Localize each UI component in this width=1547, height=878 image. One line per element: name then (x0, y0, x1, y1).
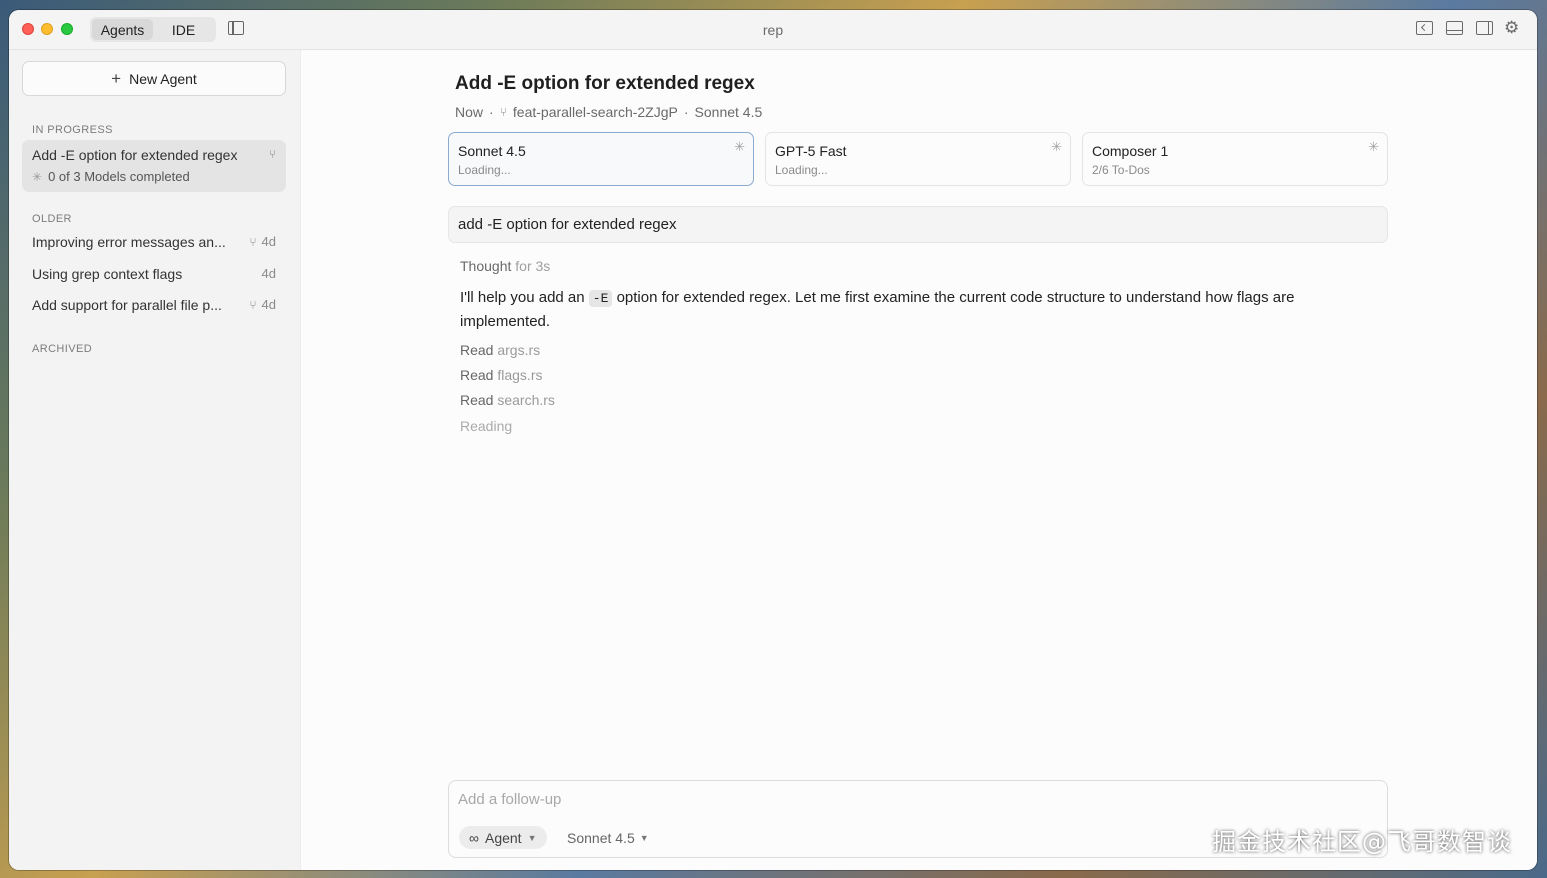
agent-item-older[interactable]: Improving error messages an... ⑂ 4d (22, 227, 286, 257)
branch-icon: ⑂ (249, 234, 257, 249)
infinity-icon: ∞ (469, 829, 479, 846)
watermark: 掘金技术社区@飞哥数智谈 (1212, 828, 1512, 856)
assistant-message: I'll help you add an -E option for exten… (460, 286, 1360, 333)
inline-code: -E (588, 290, 613, 307)
meta-separator: · (683, 104, 689, 120)
agent-item-title: Improving error messages an... (32, 234, 226, 250)
agent-item-title: Add -E option for extended regex (32, 147, 238, 163)
agent-item-age: 4d (261, 266, 276, 281)
meta-branch[interactable]: feat-parallel-search-2ZJgP (513, 104, 678, 120)
agent-mode-label: Agent (484, 829, 522, 846)
model-card-name: Sonnet 4.5 (458, 143, 526, 159)
model-dropdown[interactable]: Sonnet 4.5 ▼ (567, 830, 649, 846)
loading-spinner-icon: ✳ (32, 169, 43, 184)
section-older: OLDER (32, 213, 72, 225)
sidebar: + New Agent IN PROGRESS Add -E option fo… (9, 50, 301, 870)
agent-item-meta: ⑂ 4d (249, 297, 276, 312)
title-bar: Agents IDE rep ⚙ (9, 10, 1537, 50)
settings-gear-icon[interactable]: ⚙ (1504, 19, 1519, 36)
message-text-before: I'll help you add an (460, 289, 589, 306)
branch-icon: ⑂ (249, 297, 257, 312)
thought-label: Thought (460, 258, 512, 274)
agent-item-title: Add support for parallel file p... (32, 297, 222, 313)
model-card-composer[interactable]: Composer 1 2/6 To-Dos ✳ (1082, 132, 1388, 186)
window-title: rep (762, 22, 784, 38)
toggle-left-panel-icon[interactable] (1416, 21, 1433, 35)
meta-time: Now (455, 104, 484, 120)
page-title: Add -E option for extended regex (455, 73, 755, 94)
branch-icon: ⑂ (268, 147, 276, 161)
toggle-bottom-panel-icon[interactable] (1446, 21, 1463, 35)
agent-meta: Now · ⑂ feat-parallel-search-2ZJgP · Son… (455, 104, 762, 120)
model-card-status: 2/6 To-Dos (1092, 163, 1150, 177)
tool-file: args.rs (497, 342, 541, 358)
tool-file: flags.rs (497, 367, 543, 383)
model-card-status: Loading... (775, 163, 828, 177)
agent-item-status: 0 of 3 Models completed (48, 169, 190, 184)
agent-item-older[interactable]: Using grep context flags 4d (22, 259, 286, 289)
tool-verb: Read (460, 342, 494, 358)
model-card-name: Composer 1 (1092, 143, 1169, 159)
agent-item-meta: 4d (262, 266, 276, 281)
user-prompt: add -E option for extended regex (448, 206, 1388, 243)
agent-item-status-row: ✳ 0 of 3 Models completed (32, 169, 190, 184)
meta-separator: · (489, 104, 494, 120)
loading-spinner-icon: ✳ (1368, 139, 1379, 154)
tool-verb: Read (460, 392, 494, 408)
agent-item-meta: ⑂ 4d (249, 234, 276, 249)
section-archived: ARCHIVED (32, 343, 93, 355)
loading-spinner-icon: ✳ (734, 139, 745, 154)
section-in-progress: IN PROGRESS (32, 124, 113, 136)
follow-up-input[interactable]: Add a follow-up (458, 791, 561, 808)
meta-model: Sonnet 4.5 (694, 104, 763, 120)
model-label: Sonnet 4.5 (567, 830, 635, 846)
model-card-sonnet[interactable]: Sonnet 4.5 Loading... ✳ (448, 132, 754, 186)
thought-duration: for 3s (515, 258, 551, 274)
model-card-gpt5[interactable]: GPT-5 Fast Loading... ✳ (765, 132, 1071, 186)
reading-status: Reading (460, 418, 513, 434)
tool-read-search[interactable]: Read search.rs (460, 392, 555, 408)
new-agent-button[interactable]: + New Agent (22, 61, 286, 96)
chevron-down-icon: ▼ (639, 833, 649, 843)
toggle-right-panel-icon[interactable] (1476, 21, 1493, 35)
model-card-name: GPT-5 Fast (775, 143, 847, 159)
agent-item-older[interactable]: Add support for parallel file p... ⑂ 4d (22, 290, 286, 320)
agent-mode-dropdown[interactable]: ∞ Agent ▼ (459, 826, 547, 849)
agent-item-age: 4d (261, 297, 276, 312)
agent-item-active[interactable]: Add -E option for extended regex ⑂ ✳ 0 o… (22, 140, 286, 192)
agent-item-title: Using grep context flags (32, 266, 183, 282)
chevron-down-icon: ▼ (527, 832, 537, 843)
main-panel: Add -E option for extended regex Now · ⑂… (302, 50, 1537, 870)
agent-item-age: 4d (261, 234, 276, 249)
tool-verb: Read (460, 367, 494, 383)
branch-icon: ⑂ (499, 105, 507, 119)
tool-read-args[interactable]: Read args.rs (460, 342, 540, 358)
tool-file: search.rs (497, 392, 555, 408)
app-window: Agents IDE rep ⚙ + New Agent IN PROGRESS… (9, 10, 1537, 870)
tool-read-flags[interactable]: Read flags.rs (460, 367, 542, 383)
model-card-status: Loading... (458, 163, 511, 177)
thought-indicator[interactable]: Thought for 3s (460, 258, 550, 274)
plus-icon: + (111, 69, 122, 88)
loading-spinner-icon: ✳ (1051, 139, 1062, 154)
new-agent-label: New Agent (129, 70, 197, 87)
